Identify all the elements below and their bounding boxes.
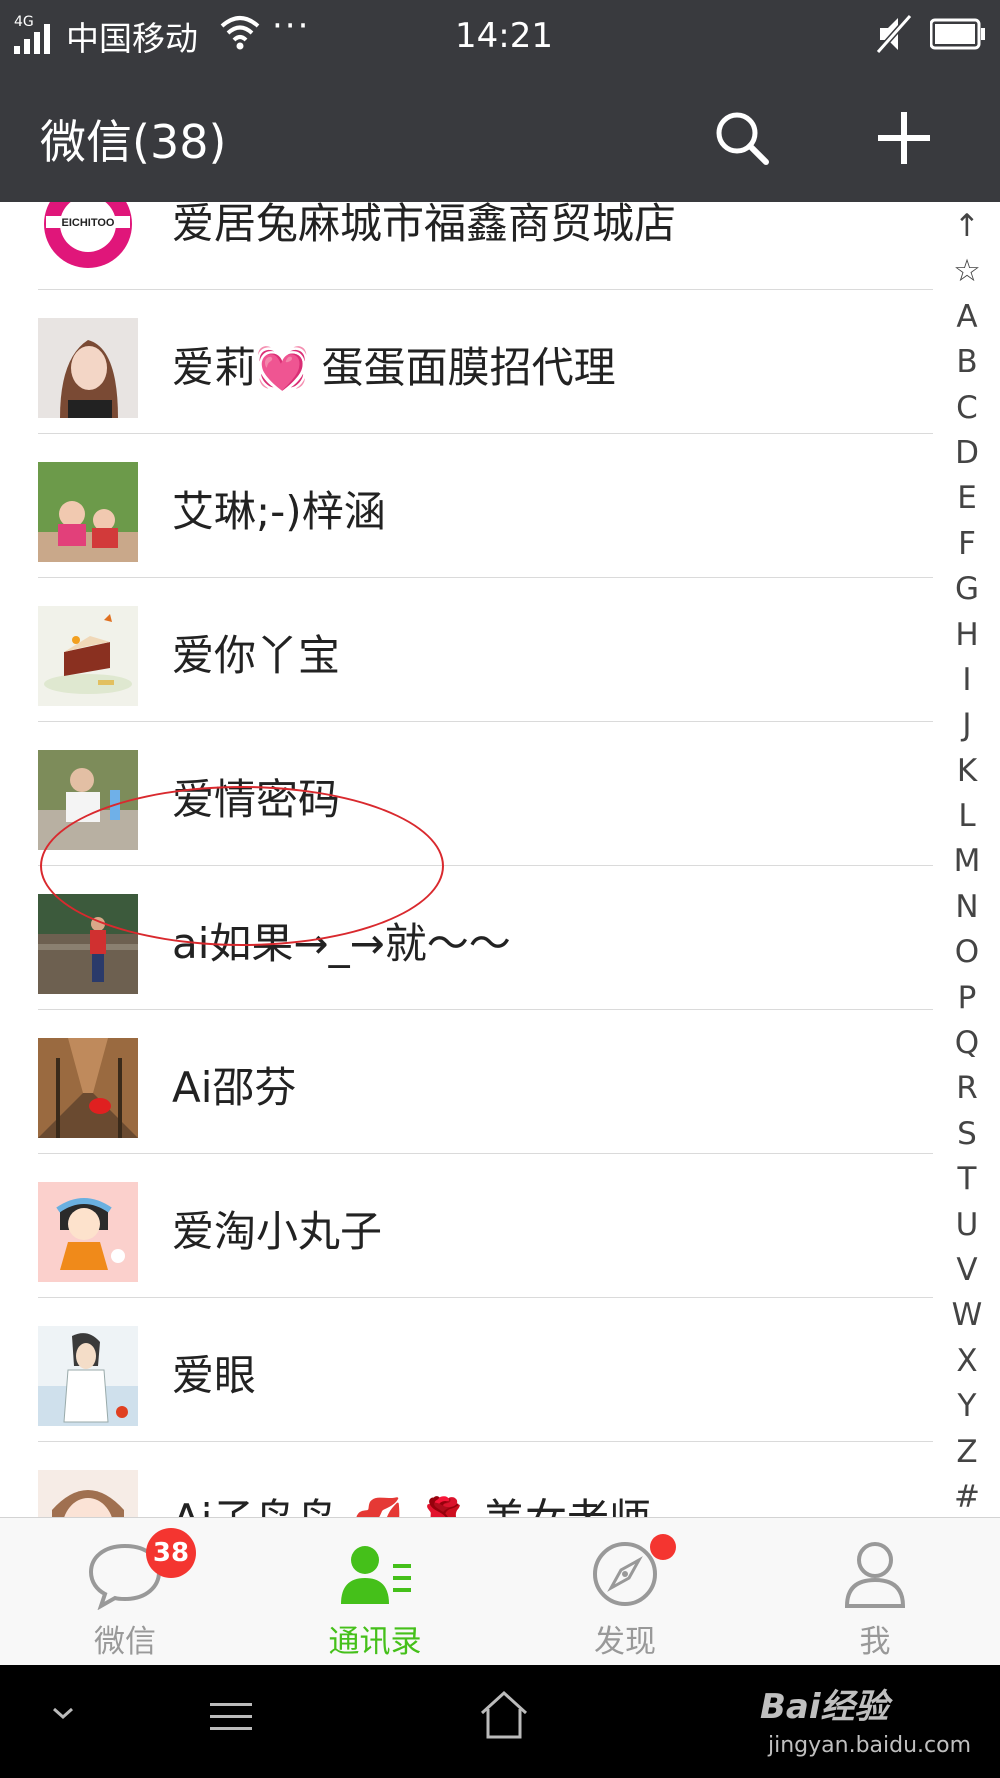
index-letter[interactable]: Q <box>944 1021 990 1066</box>
contact-name: 艾琳;-)梓涵 <box>172 487 386 536</box>
photo-avatar <box>38 1038 138 1138</box>
tab-label: 微信 <box>94 1624 156 1660</box>
index-letter[interactable]: B <box>944 340 990 385</box>
index-letter[interactable]: O <box>944 930 990 975</box>
tab-me[interactable]: 我 <box>750 1518 1000 1666</box>
svg-text:EICHITOO: EICHITOO <box>62 217 115 229</box>
contact-row[interactable]: 爱眼 <box>0 1298 935 1442</box>
search-icon[interactable] <box>712 108 772 168</box>
contact-row[interactable]: 爱淘小丸子 <box>0 1154 935 1298</box>
signal-icon <box>14 24 50 54</box>
contact-name: 爱眼 <box>172 1351 257 1400</box>
app-header: 微信(38) <box>0 68 1000 202</box>
index-letter[interactable]: P <box>944 976 990 1021</box>
plus-icon[interactable] <box>874 108 934 168</box>
index-letter[interactable]: I <box>944 658 990 703</box>
tab-discover[interactable]: 发现 <box>500 1518 750 1666</box>
bottom-tab-bar: 38 微信 通讯录 发现 我 <box>0 1517 1000 1666</box>
index-letter[interactable]: ☆ <box>944 249 990 294</box>
highlight-circle-annotation <box>40 786 444 946</box>
contact-row[interactable]: Ai邵芬 <box>0 1010 935 1154</box>
alphabet-index-bar[interactable]: ↑ ☆ A B C D E F G H I J K L M N O P Q R S T U V W X Y Z # <box>944 204 990 1515</box>
mute-icon <box>876 14 912 54</box>
index-letter[interactable]: L <box>944 794 990 839</box>
index-letter[interactable]: C <box>944 386 990 431</box>
contact-name: Ai子鸟鸟 💋 🌹 美女老师 <box>172 1486 651 1517</box>
index-letter[interactable]: A <box>944 295 990 340</box>
tab-label: 我 <box>859 1624 891 1660</box>
tab-label: 通讯录 <box>328 1624 422 1660</box>
photo-avatar <box>38 462 138 562</box>
index-letter[interactable]: E <box>944 476 990 521</box>
contact-row[interactable]: EICHITOO 爱居兔麻城市福鑫商贸城店 <box>0 202 935 290</box>
contact-name: Ai邵芬 <box>172 1063 297 1112</box>
contacts-icon <box>341 1546 411 1604</box>
index-letter[interactable]: N <box>944 885 990 930</box>
contact-row[interactable]: 爱你丫宝 <box>0 578 935 722</box>
index-letter[interactable]: ↑ <box>944 204 990 249</box>
index-letter[interactable]: T <box>944 1157 990 1202</box>
contact-list[interactable]: EICHITOO 爱居兔麻城市福鑫商贸城店 爱莉💓 蛋蛋面膜招代理 艾琳;-)梓… <box>0 202 935 1517</box>
contact-row[interactable]: 艾琳;-)梓涵 <box>0 434 935 578</box>
index-letter[interactable]: F <box>944 522 990 567</box>
unread-badge: 38 <box>146 1528 196 1578</box>
watermark-logo-text: Bai经验 <box>760 1687 889 1727</box>
watermark-url: jingyan.baidu.com <box>768 1733 972 1758</box>
contact-row[interactable]: Ai子鸟鸟 💋 🌹 美女老师 <box>0 1442 935 1517</box>
wifi-icon <box>220 16 260 50</box>
index-letter[interactable]: V <box>944 1248 990 1293</box>
clock: 14:21 <box>455 16 553 56</box>
chevron-down-icon[interactable] <box>46 1695 80 1729</box>
index-letter[interactable]: U <box>944 1203 990 1248</box>
index-letter[interactable]: R <box>944 1066 990 1111</box>
carrier-name: 中国移动 <box>66 19 198 58</box>
more-notifications: ··· <box>272 6 311 46</box>
index-letter[interactable]: H <box>944 613 990 658</box>
index-letter[interactable]: W <box>944 1293 990 1338</box>
system-nav-bar: Bai经验 jingyan.baidu.com <box>0 1665 1000 1778</box>
index-letter[interactable]: K <box>944 749 990 794</box>
baidu-jingyan-watermark: Bai经验 jingyan.baidu.com <box>760 1673 990 1773</box>
photo-avatar <box>38 318 138 418</box>
index-letter[interactable]: X <box>944 1339 990 1384</box>
new-dot-badge <box>650 1534 676 1560</box>
home-icon[interactable] <box>478 1689 530 1741</box>
menu-icon[interactable] <box>206 1697 256 1737</box>
contact-name: 爱莉💓 蛋蛋面膜招代理 <box>172 343 616 392</box>
page-title: 微信(38) <box>40 115 227 169</box>
index-letter[interactable]: D <box>944 431 990 476</box>
index-letter[interactable]: G <box>944 567 990 612</box>
photo-avatar <box>38 1470 138 1517</box>
tab-chats[interactable]: 38 微信 <box>0 1518 250 1666</box>
contact-row[interactable]: 爱莉💓 蛋蛋面膜招代理 <box>0 290 935 434</box>
tab-contacts[interactable]: 通讯录 <box>250 1518 500 1666</box>
contact-name: 爱居兔麻城市福鑫商贸城店 <box>172 202 677 248</box>
index-letter[interactable]: S <box>944 1112 990 1157</box>
contact-name: 爱你丫宝 <box>172 631 341 680</box>
index-letter[interactable]: M <box>944 839 990 884</box>
status-bar: 4G 中国移动 ··· 14:21 <box>0 0 1000 68</box>
index-letter[interactable]: Y <box>944 1384 990 1429</box>
contact-name: 爱淘小丸子 <box>172 1207 383 1256</box>
cake-photo-avatar <box>38 606 138 706</box>
index-letter[interactable]: J <box>944 703 990 748</box>
index-letter[interactable]: # <box>944 1475 990 1520</box>
drawing-avatar <box>38 1326 138 1426</box>
cartoon-avatar <box>38 1182 138 1282</box>
person-icon <box>844 1542 906 1608</box>
battery-icon <box>930 18 985 50</box>
tab-label: 发现 <box>594 1624 656 1660</box>
index-letter[interactable]: Z <box>944 1430 990 1475</box>
brand-logo-avatar: EICHITOO <box>38 202 138 274</box>
